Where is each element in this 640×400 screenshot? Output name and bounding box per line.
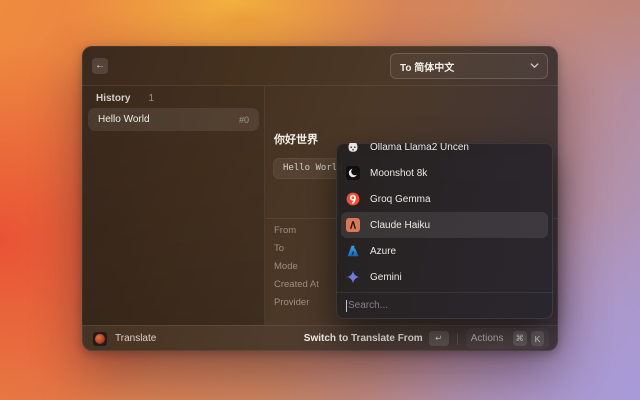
history-list-item[interactable]: Hello World #0	[88, 108, 259, 131]
translation-result-title: 你好世界	[274, 134, 318, 146]
azure-logo-icon	[346, 244, 360, 258]
back-button[interactable]: ←	[92, 58, 108, 74]
ollama-logo-icon	[346, 143, 360, 154]
history-item-index: #0	[238, 114, 249, 125]
model-menu-item-groq[interactable]: Groq Gemma	[341, 186, 548, 212]
model-menu-item-ollama[interactable]: Ollama Llama2 Uncen	[341, 143, 548, 160]
model-menu-item-label: Gemini	[370, 271, 402, 283]
desktop-background: ← To 简体中文 History 1 Hello World #0 你好世界 …	[0, 0, 640, 400]
target-language-label: To 简体中文	[400, 62, 455, 74]
history-sidebar: History 1 Hello World #0	[82, 86, 265, 325]
field-label-created-at: Created At	[274, 279, 319, 290]
return-key-icon: ↵	[428, 331, 449, 346]
anthropic-logo-icon	[346, 218, 360, 232]
model-menu-item-label: Ollama Llama2 Uncen	[370, 143, 469, 153]
history-count: 1	[148, 93, 155, 104]
model-menu-item-label: Moonshot 8k	[370, 167, 428, 179]
footer-separator	[456, 332, 458, 345]
primary-action-button[interactable]: Switch to Translate From	[304, 333, 423, 344]
raycast-translate-window: ← To 简体中文 History 1 Hello World #0 你好世界 …	[82, 46, 558, 351]
model-menu-item-gemini[interactable]: Gemini	[341, 264, 548, 290]
actions-menu-button[interactable]: Actions ⌘ K	[465, 328, 549, 349]
history-header: History 1	[96, 93, 154, 104]
model-search-input[interactable]	[347, 300, 543, 311]
extension-name: Translate	[115, 333, 157, 344]
footer-actions: Switch to Translate From ↵ Actions ⌘ K	[304, 328, 549, 349]
actions-label: Actions	[470, 333, 504, 344]
metadata-field-labels: From To Mode Created At Provider	[274, 222, 319, 312]
moonshot-logo-icon	[346, 166, 360, 180]
top-bar: ← To 简体中文	[82, 46, 558, 86]
translate-extension-orb	[95, 333, 105, 344]
history-title: History	[96, 93, 131, 104]
k-key-icon: K	[531, 331, 544, 346]
history-item-label: Hello World	[98, 114, 150, 125]
field-label-mode: Mode	[274, 261, 298, 272]
cmd-key-icon: ⌘	[512, 331, 527, 346]
model-menu-item-label: Groq Gemma	[370, 193, 431, 205]
model-menu-item-azure[interactable]: Azure	[341, 238, 548, 264]
model-search-row	[336, 292, 553, 318]
field-label-provider: Provider	[274, 297, 310, 308]
model-menu-item-label: Azure	[370, 245, 397, 257]
model-dropdown-list[interactable]: Ollama Llama2 Uncen Moonshot 8k Groq Gem…	[336, 143, 553, 292]
footer-bar: Translate Switch to Translate From ↵ Act…	[82, 325, 558, 351]
target-language-select[interactable]: To 简体中文	[390, 53, 548, 79]
model-menu-item-moonshot[interactable]: Moonshot 8k	[341, 160, 548, 186]
model-dropdown-menu: Ollama Llama2 Uncen Moonshot 8k Groq Gem…	[336, 143, 553, 319]
model-menu-item-label: Claude Haiku	[370, 219, 431, 231]
chevron-down-icon	[530, 63, 539, 69]
groq-logo-icon	[346, 192, 360, 206]
model-menu-item-claude-selected[interactable]: Claude Haiku	[341, 212, 548, 238]
text-caret	[346, 299, 347, 312]
translate-extension-icon	[93, 331, 107, 346]
gemini-logo-icon	[346, 270, 360, 284]
field-label-from: From	[274, 225, 297, 236]
field-label-to: To	[274, 243, 285, 254]
